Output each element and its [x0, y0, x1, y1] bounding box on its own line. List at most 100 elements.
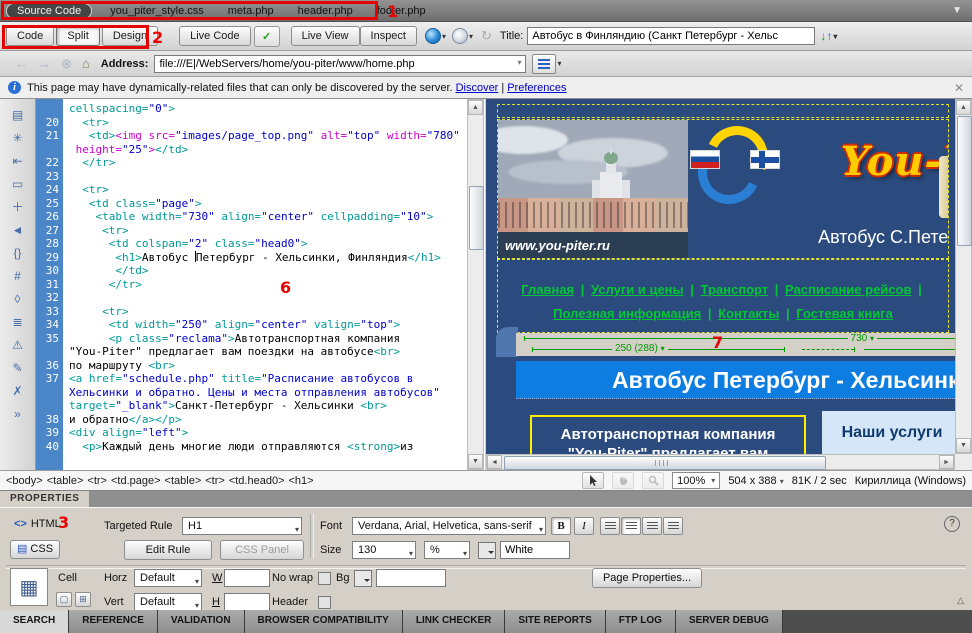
css-panel-button[interactable]: CSS Panel [220, 540, 304, 560]
tag-selector-item[interactable]: <body> [6, 475, 43, 487]
code-line[interactable]: <td class="page"> [63, 197, 201, 211]
code-view-pane[interactable]: cellspacing="0">20 <tr>21 <td><img src="… [0, 99, 485, 470]
source-code-button[interactable]: Source Code [6, 3, 92, 19]
scroll-up-icon[interactable]: ▲ [468, 100, 483, 115]
results-tab[interactable]: SERVER DEBUG [676, 610, 783, 633]
code-line[interactable]: height="25"></td> [63, 143, 188, 157]
code-line[interactable]: target="_blank">Санкт-Петербург - Хельси… [63, 399, 387, 413]
code-line[interactable]: </tr> [63, 156, 115, 170]
align-justify-button[interactable] [663, 517, 683, 535]
code-line[interactable]: <tr> [63, 224, 129, 238]
related-file-tab[interactable]: header.php [286, 5, 365, 17]
home-icon[interactable]: ⌂ [82, 56, 90, 71]
code-line[interactable]: <p class="reclama">Автотранспортная комп… [63, 332, 400, 346]
highlight-invalid-code-icon[interactable]: ◊ [6, 287, 30, 310]
results-tab[interactable]: BROWSER COMPATIBILITY [245, 610, 403, 633]
title-input[interactable] [527, 27, 815, 45]
tag-selector-item[interactable]: <table> [165, 475, 202, 487]
align-left-button[interactable] [600, 517, 620, 535]
vert-select[interactable]: Default▾ [134, 593, 202, 611]
live-view-button[interactable]: Live View [291, 26, 360, 46]
code-line[interactable]: <td><img src="images/page_top.png" alt="… [63, 129, 460, 143]
code-line[interactable]: <div align="left"> [63, 426, 188, 440]
collapse-full-tag-icon[interactable]: ⇤ [6, 149, 30, 172]
infobar-close-icon[interactable]: ✕ [954, 81, 964, 95]
back-icon[interactable]: ← [15, 56, 28, 71]
tag-selector-item[interactable]: <td.head0> [229, 475, 285, 487]
address-dropdown-icon[interactable]: ▾ [517, 58, 521, 67]
code-line[interactable]: <p>Каждый день многие люди отправляются … [63, 440, 413, 454]
file-transfer-button[interactable]: ↓ ↑ ▾ [820, 29, 837, 43]
code-line[interactable]: <a href="schedule.php" title="Расписание… [63, 372, 413, 386]
split-cell-icon[interactable]: ⊞ [75, 592, 91, 607]
code-line[interactable]: <tr> [63, 116, 109, 130]
nowrap-checkbox[interactable] [318, 572, 331, 585]
edit-rule-button[interactable]: Edit Rule [124, 540, 212, 560]
width-field[interactable] [224, 569, 270, 587]
code-line[interactable]: "You-Piter" предлагает вам поездки на ав… [63, 345, 400, 359]
nav-link[interactable]: Расписание рейсов [785, 282, 911, 297]
page-properties-button[interactable]: Page Properties... [592, 568, 702, 588]
syntax-error-alerts-icon[interactable]: ⚠ [6, 333, 30, 356]
help-icon[interactable]: ? [944, 516, 960, 532]
more-icon[interactable]: » [6, 402, 30, 425]
code-line[interactable]: и обратно</a></p> [63, 413, 182, 427]
tag-selector-item[interactable]: <tr> [205, 475, 225, 487]
code-vertical-scrollbar[interactable]: ▲ ▼ [467, 99, 484, 470]
tag-selector-item[interactable]: <td.page> [111, 475, 161, 487]
code-line[interactable] [63, 291, 69, 305]
code-scroll-thumb[interactable] [469, 186, 484, 250]
forward-icon[interactable]: → [38, 56, 51, 71]
results-tab[interactable]: SEARCH [0, 610, 69, 633]
zoom-tool-button[interactable] [642, 472, 664, 489]
preferences-link[interactable]: Preferences [507, 82, 566, 94]
related-file-tab[interactable]: footer.php [365, 5, 438, 17]
address-input[interactable] [154, 55, 526, 73]
code-line[interactable]: Хельсинки и обратно. Цены и места отправ… [63, 386, 440, 400]
select-tool-button[interactable] [582, 472, 604, 489]
code-line[interactable]: <h1>Автобус Петербург - Хельсинки, Финля… [63, 251, 441, 265]
results-tab[interactable]: VALIDATION [158, 610, 245, 633]
scroll-down-icon[interactable]: ▼ [956, 438, 971, 453]
tag-selector-item[interactable]: <tr> [87, 475, 107, 487]
bold-button[interactable]: B [551, 517, 571, 535]
preview-in-browser-button[interactable]: ▾ [425, 28, 446, 44]
css-mode-button[interactable]: ▤ CSS [10, 540, 60, 559]
discover-link[interactable]: Discover [456, 82, 499, 94]
scroll-right-icon[interactable]: ► [939, 455, 954, 469]
inspect-button[interactable]: Inspect [360, 26, 417, 46]
size-unit-select[interactable]: %▾ [424, 541, 470, 559]
code-view-button[interactable]: Code [6, 26, 54, 46]
nav-link[interactable]: Транспорт [701, 282, 769, 297]
code-line[interactable]: <td width="250" align="center" valign="t… [63, 318, 400, 332]
code-line[interactable]: <table width="730" align="center" cellpa… [63, 210, 433, 224]
visual-aids-button[interactable]: ▾ [452, 28, 473, 44]
align-center-button[interactable] [621, 517, 641, 535]
text-color-swatch[interactable] [478, 542, 496, 559]
nav-link[interactable]: Контакты [718, 306, 779, 321]
collapse-panel-icon[interactable]: △ [957, 595, 964, 606]
bg-color-swatch[interactable] [354, 570, 372, 587]
code-line[interactable]: <tr> [63, 305, 129, 319]
live-code-button[interactable]: Live Code [179, 26, 251, 46]
height-field[interactable] [224, 593, 270, 611]
split-view-button[interactable]: Split [56, 26, 99, 46]
line-numbers-icon[interactable]: # [6, 264, 30, 287]
related-file-tab[interactable]: you_piter_style.css [98, 5, 216, 17]
bg-color-field[interactable] [376, 569, 446, 587]
results-tab[interactable]: REFERENCE [69, 610, 158, 633]
design-view-pane[interactable]: www.you-piter.ru You-Piter Автобус С.Пет… [486, 99, 972, 470]
html-mode-button[interactable]: <>HTML [14, 518, 61, 530]
design-hscroll-thumb[interactable] [504, 456, 826, 470]
align-right-button[interactable] [642, 517, 662, 535]
select-parent-tag-icon[interactable]: ◄ [6, 218, 30, 241]
results-tab[interactable]: SITE REPORTS [505, 610, 605, 633]
table-width-indicator-bar[interactable]: 730 ▾ 250 (288) ▾ [516, 333, 955, 356]
code-line[interactable]: <tr> [63, 183, 109, 197]
code-line[interactable]: </tr> [63, 278, 142, 292]
hand-tool-button[interactable] [612, 472, 634, 489]
related-file-tab[interactable]: meta.php [216, 5, 286, 17]
merge-cells-icon[interactable]: ▢ [56, 592, 72, 607]
table-width-730[interactable]: 730 ▾ [848, 333, 877, 345]
code-line[interactable]: cellspacing="0"> [63, 102, 175, 116]
